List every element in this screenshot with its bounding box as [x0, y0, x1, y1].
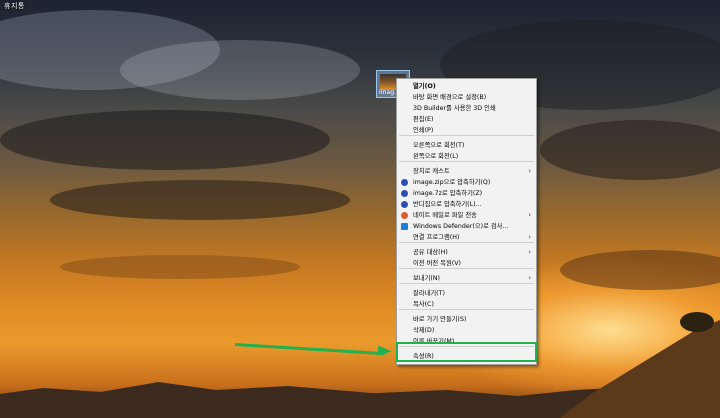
menu-item[interactable]: 3D Builder를 사용한 3D 인쇄: [397, 103, 536, 114]
menu-item-label: 삭제(D): [413, 327, 435, 334]
menu-item-label: 편집(E): [413, 116, 434, 123]
menu-item-label: 잘라내기(T): [413, 290, 445, 297]
desktop-background: [0, 0, 720, 418]
mail-icon: [401, 212, 408, 219]
menu-item-label: 3D Builder를 사용한 3D 인쇄: [413, 105, 496, 112]
menu-item[interactable]: 공유 대상(H) ›: [397, 247, 536, 258]
cloud: [120, 40, 360, 100]
menu-separator: [399, 242, 534, 243]
annotation-arrow-head: [377, 345, 393, 357]
menu-separator: [399, 161, 534, 162]
cloud: [560, 250, 720, 290]
menu-separator: [399, 283, 534, 284]
menu-item-label: image.7z로 압축하기(Z): [413, 190, 483, 197]
menu-item[interactable]: Windows Defender(으)로 검사...: [397, 221, 536, 232]
cloud: [60, 255, 300, 279]
archive-icon: [401, 179, 408, 186]
menu-item[interactable]: 잘라내기(T): [397, 288, 536, 299]
chevron-right-icon: ›: [528, 248, 531, 256]
menu-item[interactable]: 열기(O): [397, 81, 536, 92]
archive-icon: [401, 190, 408, 197]
cloud: [540, 120, 720, 180]
menu-item-label: 공유 대상(H): [413, 249, 448, 256]
highlight-box: [396, 342, 537, 362]
menu-item[interactable]: 편집(E): [397, 114, 536, 125]
menu-item-label: image.zip으로 압축하기(Q): [413, 179, 491, 186]
cloud: [0, 110, 330, 170]
menu-item[interactable]: 네이트 메일로 파일 전송 ›: [397, 210, 536, 221]
menu-item[interactable]: 바로 가기 만들기(S): [397, 314, 536, 325]
menu-item[interactable]: 오른쪽으로 회전(T): [397, 140, 536, 151]
menu-item[interactable]: 바탕 화면 배경으로 설정(B): [397, 92, 536, 103]
chevron-right-icon: ›: [528, 211, 531, 219]
cloud: [50, 180, 350, 220]
menu-item-label: Windows Defender(으)로 검사...: [413, 223, 509, 230]
menu-item[interactable]: 반디집으로 압축하기(L)...: [397, 199, 536, 210]
context-menu: 열기(O) 바탕 화면 배경으로 설정(B) 3D Builder를 사용한 3D …: [396, 78, 537, 365]
tree: [680, 312, 714, 332]
menu-separator: [399, 268, 534, 269]
hill: [560, 320, 720, 418]
menu-item[interactable]: 장치로 캐스트 ›: [397, 166, 536, 177]
archive-icon: [401, 201, 408, 208]
menu-item[interactable]: 삭제(D): [397, 325, 536, 336]
menu-separator: [399, 309, 534, 310]
menu-item-label: 반디집으로 압축하기(L)...: [413, 201, 482, 208]
recycle-bin-label[interactable]: 휴지통: [4, 1, 25, 11]
menu-item-label: 네이트 메일로 파일 전송: [413, 212, 477, 219]
menu-item-label: 장치로 캐스트: [413, 168, 450, 175]
menu-separator: [399, 135, 534, 136]
menu-item-label: 바탕 화면 배경으로 설정(B): [413, 94, 487, 101]
menu-item-label: 오른쪽으로 회전(T): [413, 142, 465, 149]
defender-icon: [401, 223, 408, 230]
menu-item[interactable]: image.zip으로 압축하기(Q): [397, 177, 536, 188]
menu-item-label: 열기(O): [413, 83, 436, 90]
menu-item[interactable]: image.7z로 압축하기(Z): [397, 188, 536, 199]
chevron-right-icon: ›: [528, 167, 531, 175]
menu-item-label: 바로 가기 만들기(S): [413, 316, 467, 323]
